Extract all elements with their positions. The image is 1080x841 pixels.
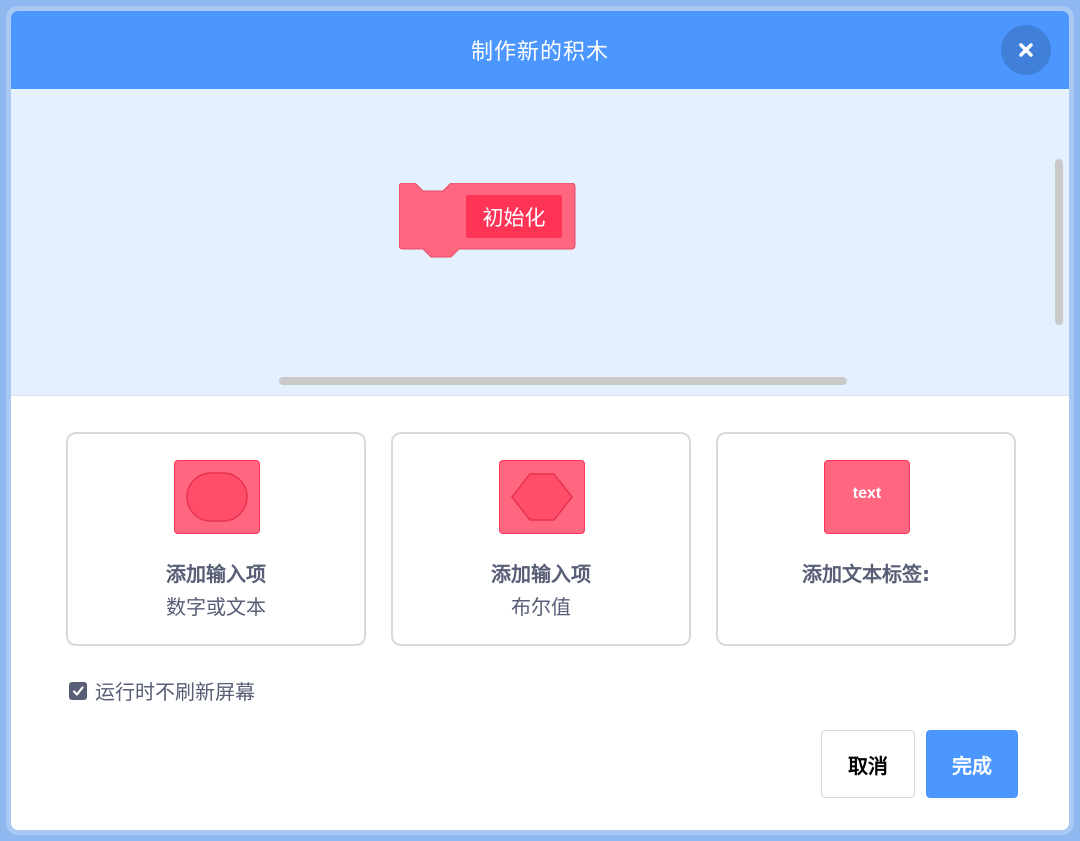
run-without-refresh-label: 运行时不刷新屏幕: [95, 680, 255, 704]
option-subtitle: 布尔值: [511, 595, 571, 619]
add-text-label-button[interactable]: text 添加文本标签:: [716, 432, 1016, 646]
ok-button[interactable]: 完成: [926, 730, 1018, 798]
option-title: 添加输入项: [491, 562, 591, 586]
block-preview-workspace[interactable]: 初始化: [11, 89, 1069, 396]
add-options: 添加输入项 数字或文本 添加输入项 布尔值 text 添加文本标签:: [66, 432, 1018, 646]
run-without-refresh-checkbox-row[interactable]: 运行时不刷新屏幕: [69, 676, 255, 705]
custom-block-preview[interactable]: 初始化: [398, 182, 579, 269]
option-title: 添加文本标签:: [802, 562, 930, 586]
dialog-title: 制作新的积木: [470, 40, 609, 65]
cancel-button[interactable]: 取消: [821, 730, 915, 798]
horizontal-scrollbar[interactable]: [279, 377, 847, 385]
block-name-field[interactable]: 初始化: [466, 195, 562, 238]
dialog-header: 制作新的积木: [11, 11, 1069, 89]
text-label-icon-text: text: [852, 485, 882, 502]
add-input-boolean-button[interactable]: 添加输入项 布尔值: [391, 432, 691, 646]
option-title: 添加输入项: [166, 562, 266, 586]
checkmark-icon: [72, 685, 84, 696]
run-without-refresh-checkbox[interactable]: [69, 681, 87, 700]
make-block-dialog: 制作新的积木 初始化 添加输入项 数字或文本 添加输入项 布尔值 text 添加…: [6, 6, 1074, 835]
round-input-icon: [174, 460, 260, 534]
hexagon-input-icon: [499, 460, 585, 534]
option-subtitle: 数字或文本: [166, 595, 266, 619]
vertical-scrollbar[interactable]: [1055, 159, 1063, 325]
close-icon: [1019, 43, 1033, 57]
add-input-number-text-button[interactable]: 添加输入项 数字或文本: [66, 432, 366, 646]
close-button[interactable]: [1001, 25, 1051, 75]
text-label-icon: text: [824, 460, 910, 534]
block-name-text: 初始化: [482, 205, 546, 230]
